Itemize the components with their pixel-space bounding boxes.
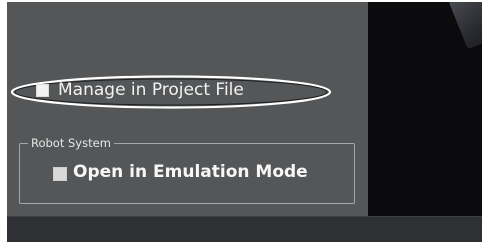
open-in-emulation-mode-label[interactable]: Open in Emulation Mode: [73, 162, 308, 182]
viewport-model-shape: [448, 2, 482, 50]
manage-in-project-file-checkbox[interactable]: [36, 84, 49, 97]
manage-in-project-file-row[interactable]: Manage in Project File: [7, 74, 337, 110]
bottom-status-bar: [7, 216, 482, 242]
manage-in-project-file-label[interactable]: Manage in Project File: [58, 80, 244, 100]
robot-system-group: Robot System Open in Emulation Mode: [19, 135, 355, 204]
open-in-emulation-mode-checkbox[interactable]: [53, 167, 67, 181]
screenshot-frame: Manage in Project File Robot System Open…: [0, 0, 482, 242]
3d-viewport[interactable]: [368, 2, 482, 216]
robot-system-group-label: Robot System: [28, 135, 114, 151]
settings-panel: Manage in Project File Robot System Open…: [7, 2, 368, 216]
